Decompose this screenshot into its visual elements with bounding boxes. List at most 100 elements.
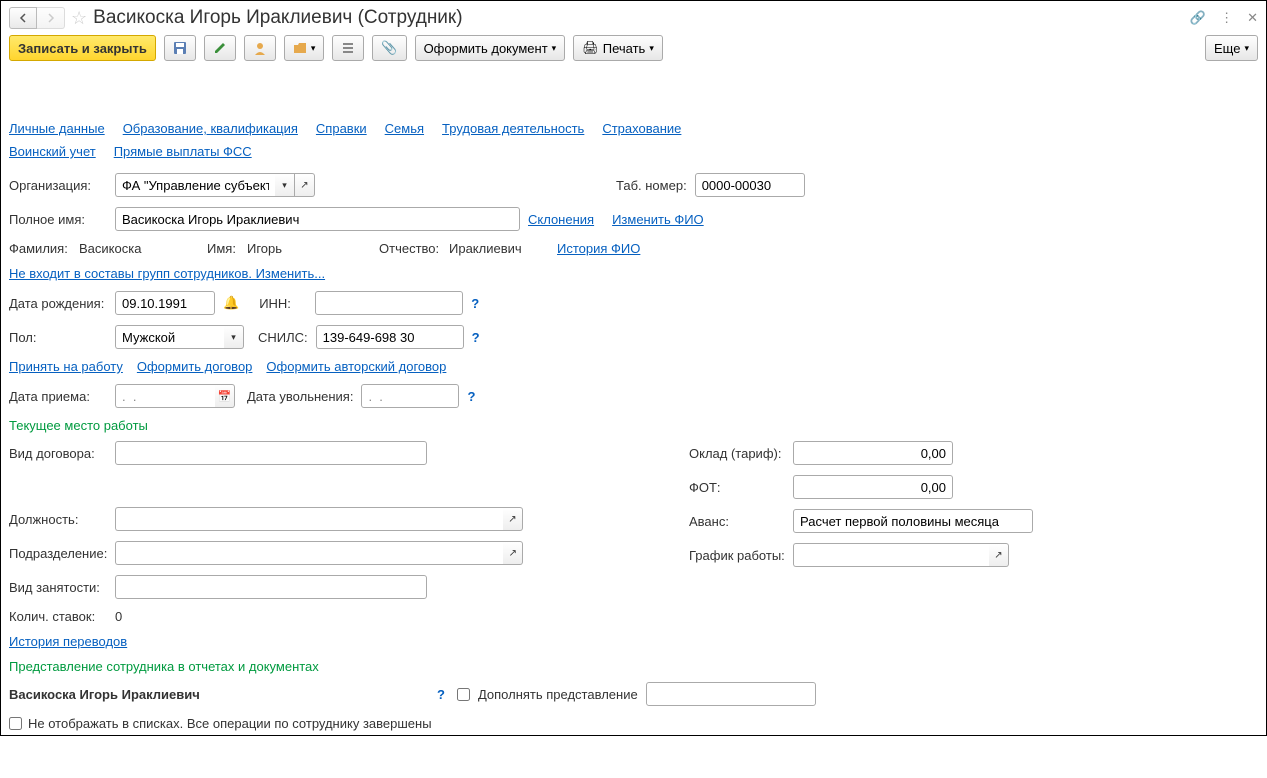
pencil-icon <box>213 41 227 55</box>
org-open-button[interactable]: ↗ <box>295 173 315 197</box>
position-label: Должность: <box>9 512 107 527</box>
tabnum-input[interactable] <box>695 173 805 197</box>
supplement-input[interactable] <box>646 682 816 706</box>
fullname-label: Полное имя: <box>9 212 107 227</box>
toolbar: Записать и закрыть ▾ 📎 Оформить документ… <box>9 35 1258 67</box>
tabnum-label: Таб. номер: <box>616 178 687 193</box>
contract-type-input[interactable] <box>115 441 427 465</box>
user-button[interactable] <box>244 35 276 61</box>
gender-dropdown-button[interactable]: ▾ <box>224 325 244 349</box>
employment-input[interactable] <box>115 575 427 599</box>
schedule-input[interactable] <box>793 543 989 567</box>
dropdown-caret-icon: ▾ <box>1244 43 1249 54</box>
make-contract-link[interactable]: Оформить договор <box>137 359 253 374</box>
favorite-star-icon[interactable]: ☆ <box>71 8 87 29</box>
advance-label: Аванс: <box>689 514 785 529</box>
print-label: Печать <box>603 41 646 56</box>
printer-icon: 🖨 <box>582 40 599 56</box>
hire-date-label: Дата приема: <box>9 389 107 404</box>
declension-link[interactable]: Склонения <box>528 212 594 227</box>
fio-history-link[interactable]: История ФИО <box>557 241 640 256</box>
advance-input[interactable] <box>793 509 1033 533</box>
author-contract-link[interactable]: Оформить авторский договор <box>266 359 446 374</box>
tab-military[interactable]: Воинский учет <box>9 144 96 159</box>
snils-label: СНИЛС: <box>258 330 308 345</box>
name-label: Имя: <box>207 241 239 256</box>
print-button[interactable]: 🖨 Печать ▾ <box>573 35 663 61</box>
fire-date-help[interactable]: ? <box>467 389 475 404</box>
rate-count-label: Колич. ставок: <box>9 609 107 624</box>
department-input[interactable] <box>115 541 503 565</box>
patronymic-label: Отчество: <box>379 241 441 256</box>
hide-checkbox[interactable] <box>9 717 22 730</box>
folder-button[interactable]: ▾ <box>284 35 325 61</box>
org-input[interactable] <box>115 173 275 197</box>
edit-button[interactable] <box>204 35 236 61</box>
make-document-button[interactable]: Оформить документ ▾ <box>415 35 566 61</box>
folder-icon <box>293 41 307 55</box>
snils-input[interactable] <box>316 325 464 349</box>
org-field-group: ▾ ↗ <box>115 173 315 197</box>
hide-label: Не отображать в списках. Все операции по… <box>28 716 432 731</box>
inn-input[interactable] <box>315 291 463 315</box>
hire-link[interactable]: Принять на работу <box>9 359 123 374</box>
save-close-button[interactable]: Записать и закрыть <box>9 35 156 61</box>
nav-back-button[interactable] <box>9 7 37 29</box>
name-value: Игорь <box>247 241 371 256</box>
fire-date-label: Дата увольнения: <box>247 389 353 404</box>
schedule-open-button[interactable]: ↗ <box>989 543 1009 567</box>
dropdown-caret-icon: ▾ <box>311 43 316 54</box>
fot-input[interactable] <box>793 475 953 499</box>
titlebar: ☆ Васикоска Игорь Ираклиевич (Сотрудник)… <box>9 5 1258 35</box>
gender-input[interactable] <box>115 325 224 349</box>
hire-date-input[interactable] <box>115 384 215 408</box>
transfer-history-link[interactable]: История переводов <box>9 634 127 649</box>
representation-value: Васикоска Игорь Ираклиевич <box>9 687 429 702</box>
nav-forward-button[interactable] <box>37 7 65 29</box>
tab-family[interactable]: Семья <box>385 121 424 136</box>
gender-label: Пол: <box>9 330 107 345</box>
tab-work[interactable]: Трудовая деятельность <box>442 121 584 136</box>
make-document-label: Оформить документ <box>424 41 548 56</box>
list-button[interactable] <box>332 35 364 61</box>
fire-date-input[interactable] <box>361 384 459 408</box>
org-dropdown-button[interactable]: ▾ <box>275 173 295 197</box>
save-button[interactable] <box>164 35 196 61</box>
floppy-icon <box>173 41 187 55</box>
dropdown-caret-icon: ▾ <box>649 43 654 54</box>
position-open-button[interactable]: ↗ <box>503 507 523 531</box>
kebab-menu-icon[interactable]: ⋮ <box>1220 10 1233 26</box>
more-button[interactable]: Еще ▾ <box>1205 35 1258 61</box>
org-label: Организация: <box>9 178 107 193</box>
link-icon[interactable]: 🔗 <box>1190 10 1206 26</box>
tab-personal[interactable]: Личные данные <box>9 121 105 136</box>
tab-fss[interactable]: Прямые выплаты ФСС <box>114 144 252 159</box>
tab-insurance[interactable]: Страхование <box>602 121 681 136</box>
tab-education[interactable]: Образование, квалификация <box>123 121 298 136</box>
tab-refs[interactable]: Справки <box>316 121 367 136</box>
hire-date-calendar-button[interactable]: 📅 <box>215 384 235 408</box>
change-fio-link[interactable]: Изменить ФИО <box>612 212 704 227</box>
open-icon: ↗ <box>509 548 517 559</box>
close-icon[interactable]: ✕ <box>1247 10 1258 26</box>
department-open-button[interactable]: ↗ <box>503 541 523 565</box>
surname-label: Фамилия: <box>9 241 71 256</box>
groups-link[interactable]: Не входит в составы групп сотрудников. И… <box>9 266 325 281</box>
fullname-input[interactable] <box>115 207 520 231</box>
birth-input[interactable] <box>115 291 215 315</box>
inn-label: ИНН: <box>259 296 307 311</box>
supplement-checkbox[interactable] <box>457 688 470 701</box>
bell-icon[interactable]: 🔔 <box>223 295 239 311</box>
representation-help[interactable]: ? <box>437 687 445 702</box>
surname-value: Васикоска <box>79 241 199 256</box>
user-icon <box>253 41 267 55</box>
department-label: Подразделение: <box>9 546 107 561</box>
dropdown-caret-icon: ▾ <box>552 43 557 54</box>
attach-button[interactable]: 📎 <box>372 35 406 61</box>
current-work-heading: Текущее место работы <box>9 418 1258 433</box>
rate-count-value: 0 <box>115 609 122 624</box>
salary-input[interactable] <box>793 441 953 465</box>
inn-help[interactable]: ? <box>471 296 479 311</box>
position-input[interactable] <box>115 507 503 531</box>
snils-help[interactable]: ? <box>472 330 480 345</box>
